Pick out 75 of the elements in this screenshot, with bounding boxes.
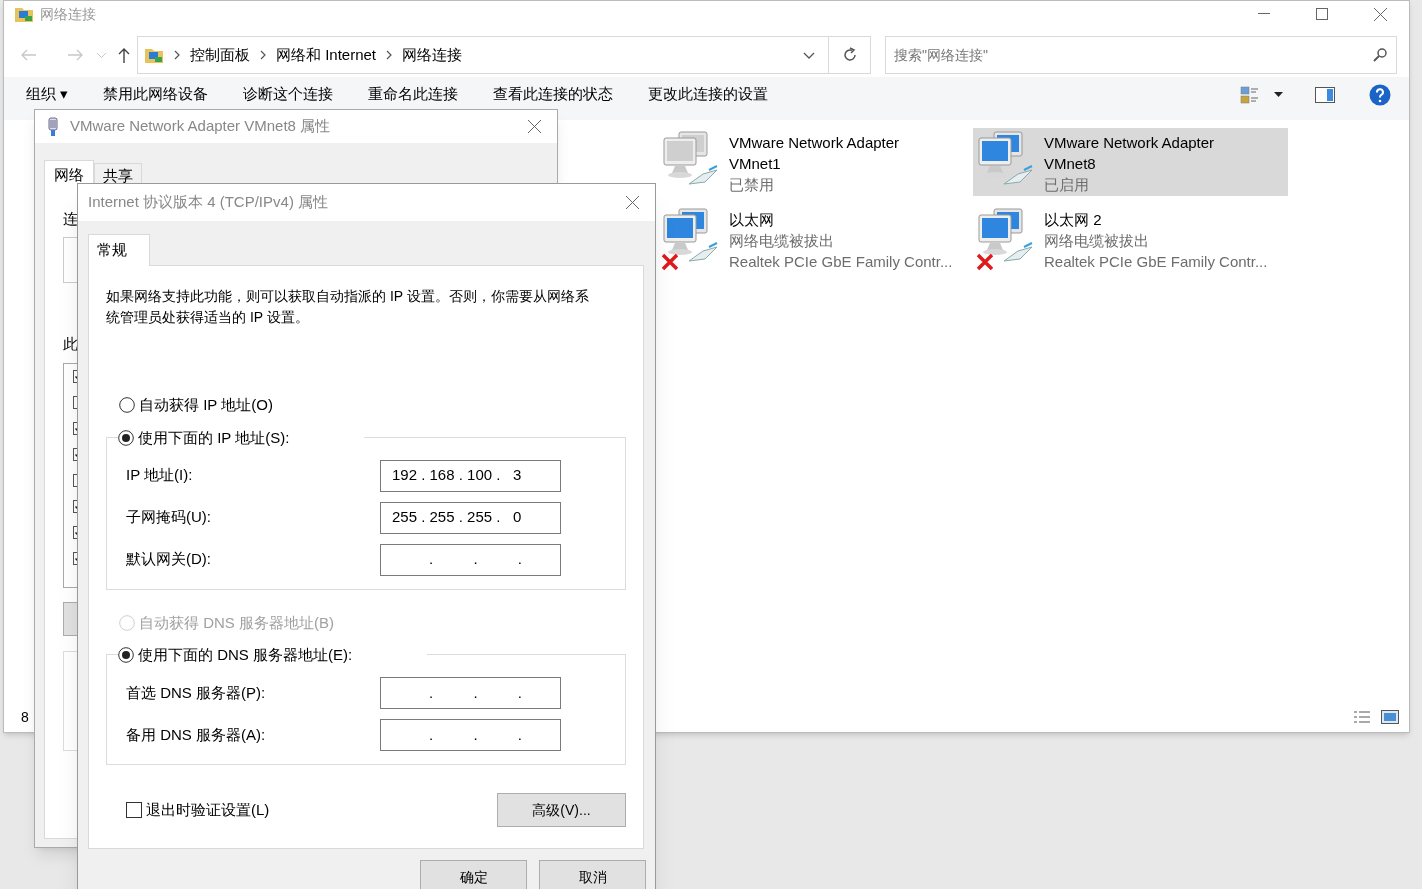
dialog-title: VMware Network Adapter VMnet8 属性 bbox=[70, 116, 331, 137]
adapter-device: Realtek PCIe GbE Family Contr... bbox=[1044, 252, 1268, 272]
search-field[interactable]: 搜索"网络连接" bbox=[885, 36, 1397, 74]
ip-address-field[interactable]: . . . bbox=[380, 543, 561, 576]
search-icon bbox=[1373, 48, 1387, 62]
toolbar-button[interactable]: 禁用此网络设备 bbox=[103, 83, 209, 106]
adapter-name: VMware Network Adapter VMnet8 bbox=[1044, 133, 1216, 174]
adapter-name: 以太网 2 bbox=[1044, 210, 1103, 230]
radio-button[interactable] bbox=[118, 647, 134, 664]
checkbox-option[interactable]: 退出时验证设置(L) bbox=[126, 798, 270, 822]
adapter-name: VMware Network Adapter VMnet1 bbox=[729, 133, 901, 174]
address-bar[interactable]: 控制面板 网络和 Internet 网络连接 bbox=[137, 36, 829, 74]
adapter-status: 已禁用 bbox=[729, 175, 775, 195]
minimize-icon bbox=[1258, 13, 1270, 15]
checkbox[interactable] bbox=[126, 802, 142, 818]
network-folder-icon bbox=[144, 46, 164, 64]
adapter-status: 网络电缆被拔出 bbox=[729, 231, 835, 251]
toolbar-button[interactable]: 更改此连接的设置 bbox=[648, 83, 769, 106]
advanced-button[interactable]: 高级(V)... bbox=[497, 793, 626, 827]
ip-address-field[interactable]: 192 . 168 . 100 . 3 bbox=[380, 459, 561, 492]
chevron-icon bbox=[260, 50, 266, 60]
radio-button[interactable] bbox=[118, 429, 134, 446]
description-text: 如果网络支持此功能，则可以获取自动指派的 IP 设置。否则，你需要从网络系统管理员处获得适当的 IP 设置。 bbox=[106, 287, 590, 327]
adapter-status: 网络电缆被拔出 bbox=[1044, 231, 1150, 251]
field-label: 备用 DNS 服务器(A): bbox=[126, 724, 267, 745]
radio-option[interactable]: 自动获得 IP 地址(O) bbox=[119, 394, 626, 417]
help-icon[interactable] bbox=[1369, 83, 1391, 106]
adapter-tile[interactable]: VMware Network Adapter VMnet8 已启用 bbox=[973, 128, 1288, 196]
ip-address-field[interactable]: . . . bbox=[380, 677, 561, 709]
dialog-title: Internet 协议版本 4 (TCP/IPv4) 属性 bbox=[88, 192, 329, 213]
dialog-button[interactable]: 确定 bbox=[420, 860, 527, 889]
toolbar-button[interactable]: 组织 ▾ bbox=[26, 83, 69, 106]
adapter-tile[interactable]: 以太网 2 网络电缆被拔出 Realtek PCIe GbE Family Contr... bbox=[973, 205, 1288, 273]
ip-address-field[interactable]: 255 . 255 . 255 . 0 bbox=[380, 501, 561, 534]
chevron-icon bbox=[174, 50, 180, 60]
breadcrumb-item[interactable]: 网络和 Internet bbox=[276, 43, 377, 67]
dialog-button[interactable]: 取消 bbox=[539, 860, 646, 889]
ip-address-field[interactable]: . . . bbox=[380, 719, 561, 751]
chevron-down-icon bbox=[96, 52, 106, 58]
maximize-icon bbox=[1316, 8, 1328, 20]
field-label: 首选 DNS 服务器(P): bbox=[126, 682, 267, 703]
field-label: 默认网关(D): bbox=[126, 549, 212, 570]
toolbar-button[interactable]: 重命名此连接 bbox=[368, 83, 459, 106]
close-icon bbox=[1373, 7, 1387, 21]
tab[interactable]: 常规 bbox=[88, 234, 150, 266]
caret-icon[interactable] bbox=[1274, 92, 1283, 97]
radio-option[interactable]: 使用下面的 IP 地址(S): bbox=[118, 426, 290, 449]
chevron-down-icon bbox=[803, 51, 815, 59]
radio-option[interactable]: 使用下面的 DNS 服务器地址(E): bbox=[118, 644, 353, 667]
breadcrumb-item[interactable]: 控制面板 bbox=[190, 43, 250, 67]
label-text: 此 bbox=[63, 333, 79, 354]
tab[interactable]: 网络 bbox=[44, 160, 94, 190]
view-options-icon[interactable] bbox=[1240, 85, 1260, 104]
close-icon bbox=[625, 196, 639, 209]
large-icons-view-icon[interactable] bbox=[1381, 710, 1399, 724]
adapter-device: Realtek PCIe GbE Family Contr... bbox=[729, 252, 953, 272]
network-adapter-icon bbox=[48, 116, 58, 137]
field-label: IP 地址(I): bbox=[126, 465, 194, 486]
label-text: 连 bbox=[63, 209, 79, 229]
radio-button[interactable] bbox=[119, 397, 135, 414]
item-count: 8 bbox=[21, 707, 29, 727]
window-title: 网络连接 bbox=[40, 4, 96, 24]
adapter-status: 已启用 bbox=[1044, 175, 1090, 195]
toolbar-button[interactable]: 查看此连接的状态 bbox=[493, 83, 614, 106]
refresh-button[interactable] bbox=[829, 36, 871, 74]
breadcrumb-item[interactable]: 网络连接 bbox=[402, 43, 463, 67]
adapter-name: 以太网 bbox=[729, 210, 775, 230]
close-icon bbox=[527, 120, 541, 133]
toolbar-button[interactable]: 诊断这个连接 bbox=[243, 83, 334, 106]
chevron-icon bbox=[386, 50, 393, 60]
adapter-tile[interactable]: 以太网 网络电缆被拔出 Realtek PCIe GbE Family Contr... bbox=[658, 205, 973, 273]
network-folder-icon bbox=[14, 5, 34, 23]
field-label: 子网掩码(U): bbox=[126, 507, 212, 528]
refresh-icon bbox=[841, 47, 858, 63]
preview-pane-icon[interactable] bbox=[1315, 86, 1335, 103]
